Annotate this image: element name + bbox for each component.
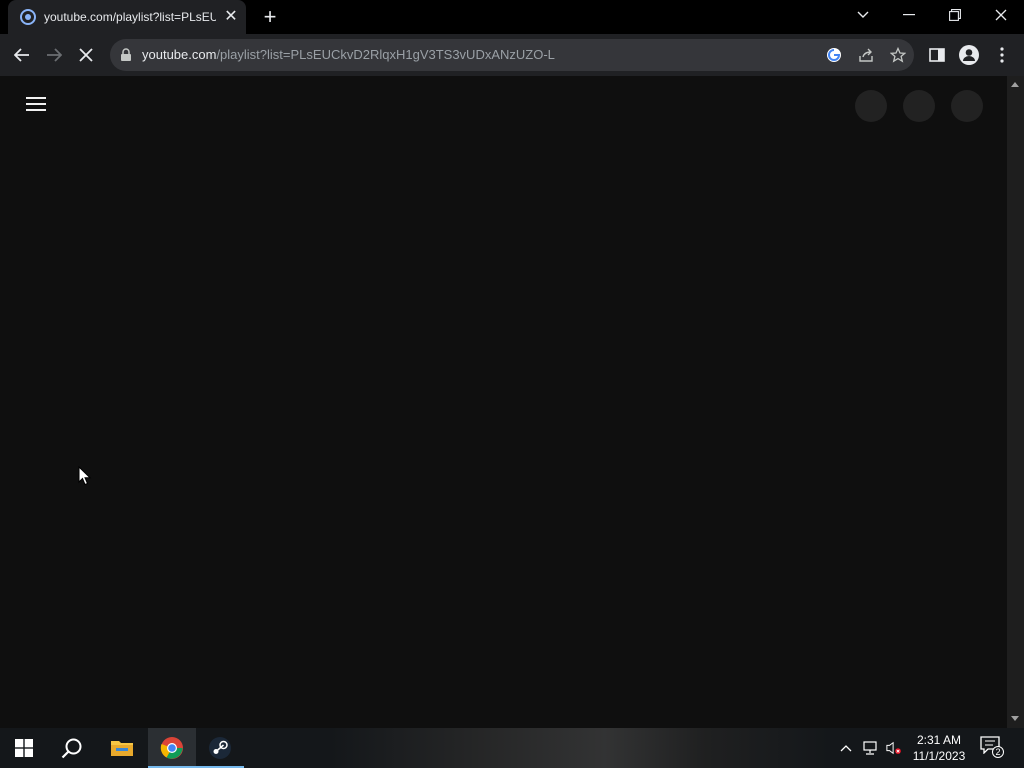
page-scrollbar[interactable] xyxy=(1007,76,1024,728)
address-url[interactable]: youtube.com/playlist?list=PLsEUCkvD2Rlqx… xyxy=(142,47,555,62)
kebab-menu-icon xyxy=(1000,47,1004,63)
wallpaper-glimpse xyxy=(330,728,830,768)
profile-avatar-icon xyxy=(959,45,979,65)
browser-toolbar: youtube.com/playlist?list=PLsEUCkvD2Rlqx… xyxy=(0,34,1024,76)
url-path: /playlist?list=PLsEUCkvD2RlqxH1gV3TS3vUD… xyxy=(216,47,555,62)
taskbar-file-explorer[interactable] xyxy=(98,728,146,768)
network-icon[interactable] xyxy=(862,740,878,756)
skeleton-placeholder xyxy=(951,90,983,122)
windows-logo-icon xyxy=(15,739,33,757)
chevron-down-icon xyxy=(857,11,869,18)
restore-icon xyxy=(949,9,961,21)
url-host: youtube.com xyxy=(142,47,217,62)
chrome-logo-icon xyxy=(160,737,183,759)
system-clock[interactable]: 2:31 AM 11/1/2023 xyxy=(906,732,972,764)
skeleton-placeholder xyxy=(855,90,887,122)
browser-tab[interactable]: youtube.com/playlist?list=PLsEUCkvD2Rlqx… xyxy=(8,0,246,34)
steam-logo-icon xyxy=(209,737,231,759)
show-hidden-icons-button[interactable] xyxy=(838,740,854,756)
address-bar[interactable]: youtube.com/playlist?list=PLsEUCkvD2Rlqx… xyxy=(110,39,914,71)
minimize-icon xyxy=(903,14,915,16)
chevron-up-icon xyxy=(840,745,852,752)
scroll-up-icon[interactable] xyxy=(1011,82,1019,87)
restore-button[interactable] xyxy=(932,0,978,30)
tab-close-icon[interactable]: ✕ xyxy=(222,8,240,26)
stop-icon xyxy=(79,48,93,62)
share-icon[interactable] xyxy=(858,47,874,63)
side-panel-button[interactable] xyxy=(926,44,948,66)
search-icon xyxy=(61,738,82,759)
taskbar: 2:31 AM 11/1/2023 2 xyxy=(0,728,1024,768)
scroll-down-icon[interactable] xyxy=(1011,716,1019,721)
taskbar-steam[interactable] xyxy=(196,728,244,768)
close-window-button[interactable] xyxy=(978,0,1024,30)
mouse-cursor-icon xyxy=(78,466,92,486)
stop-loading-button[interactable] xyxy=(73,42,99,68)
bookmark-star-icon[interactable] xyxy=(890,47,906,63)
arrow-left-icon xyxy=(14,48,29,62)
clock-date: 11/1/2023 xyxy=(912,749,966,763)
arrow-right-icon xyxy=(47,48,62,62)
youtube-page xyxy=(0,76,1007,728)
profile-button[interactable] xyxy=(958,44,980,66)
tab-title: youtube.com/playlist?list=PLsEUCkvD2Rlqx… xyxy=(44,10,216,24)
forward-button[interactable] xyxy=(41,42,67,68)
taskbar-search-button[interactable] xyxy=(48,728,96,768)
tab-search-button[interactable] xyxy=(840,0,886,30)
chrome-menu-button[interactable] xyxy=(991,44,1013,66)
hamburger-menu-icon[interactable] xyxy=(26,96,46,112)
close-icon xyxy=(995,9,1007,21)
new-tab-button[interactable]: + xyxy=(258,6,282,30)
clock-time: 2:31 AM xyxy=(916,733,962,747)
folder-icon xyxy=(111,741,133,756)
back-button[interactable] xyxy=(9,42,35,68)
minimize-button[interactable] xyxy=(886,0,932,30)
google-lens-icon[interactable] xyxy=(826,47,842,63)
skeleton-placeholder xyxy=(903,90,935,122)
lock-icon[interactable] xyxy=(120,48,132,62)
volume-muted-icon[interactable] xyxy=(886,740,902,756)
taskbar-chrome[interactable] xyxy=(148,728,196,768)
notification-count-badge: 2 xyxy=(992,746,1004,758)
side-panel-icon xyxy=(929,48,945,62)
browser-titlebar: youtube.com/playlist?list=PLsEUCkvD2Rlqx… xyxy=(0,0,1024,34)
start-button[interactable] xyxy=(0,728,48,768)
youtube-loading-icon xyxy=(20,9,36,25)
action-center-button[interactable]: 2 xyxy=(980,736,1004,760)
